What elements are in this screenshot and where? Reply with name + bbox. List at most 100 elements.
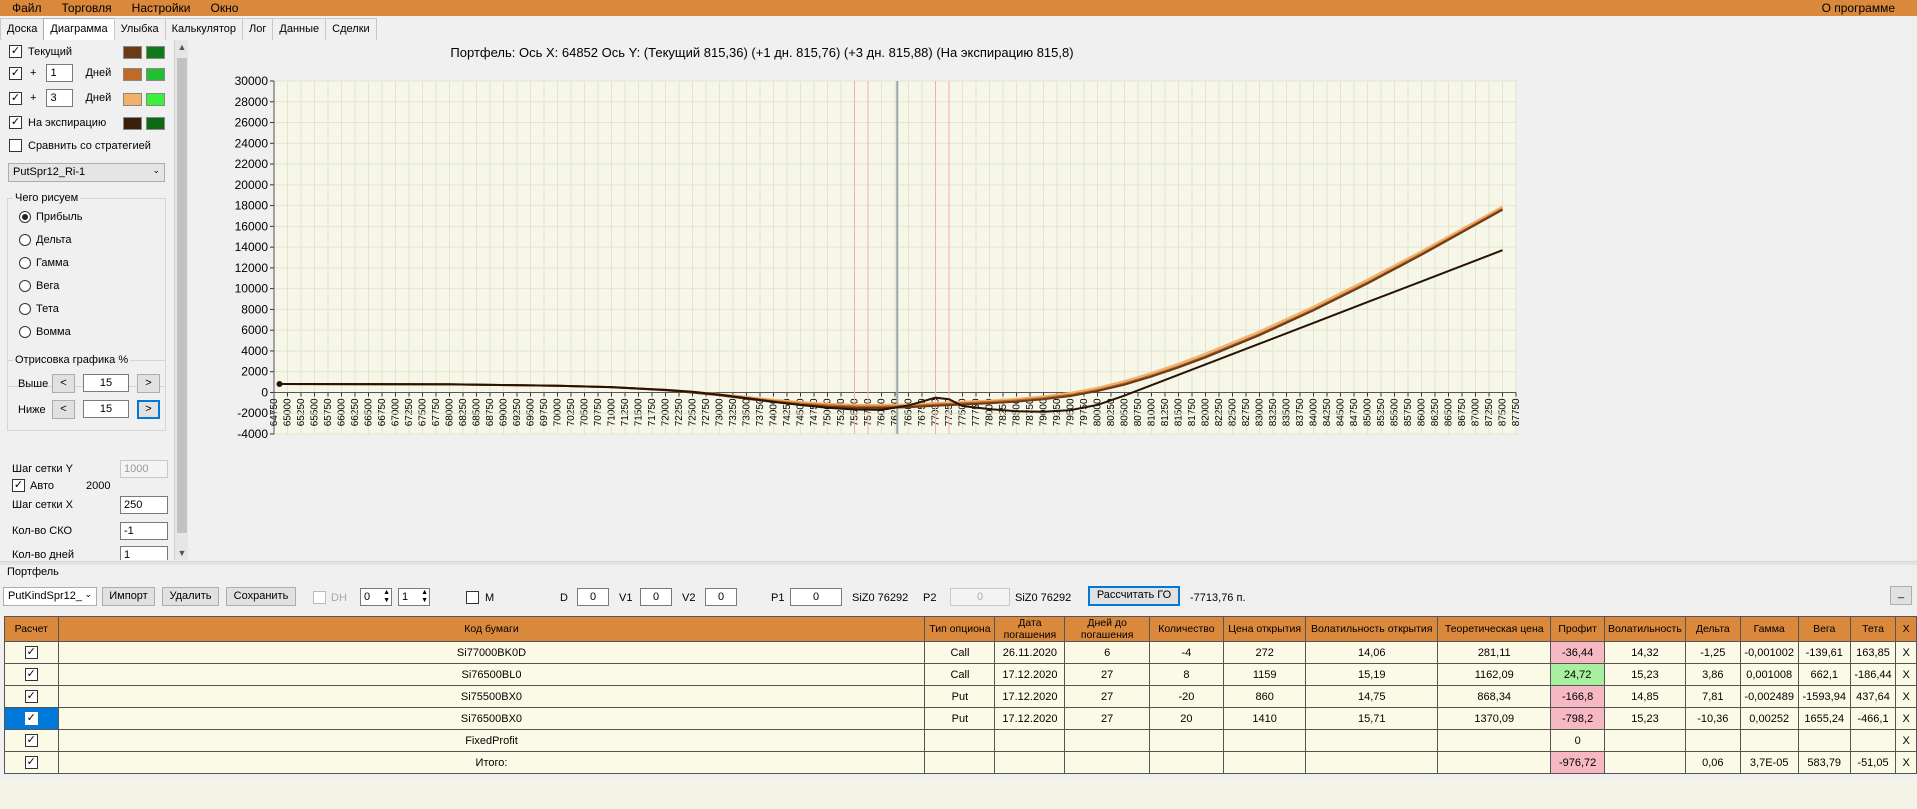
radio-vega[interactable]: Вега <box>19 280 59 292</box>
above-increase-button[interactable]: > <box>137 374 160 393</box>
table-row[interactable]: ✓ FixedProfit 0 X <box>4 729 1917 752</box>
plus3-color-2[interactable] <box>146 93 165 106</box>
table-row[interactable]: ✓ Si75500BX0 Put 17.12.2020 27 -20 860 14,75 868… <box>4 685 1917 708</box>
col-price[interactable]: Цена открытия <box>1222 616 1307 642</box>
col-qty[interactable]: Количество <box>1148 616 1224 642</box>
above-decrease-button[interactable]: < <box>52 374 75 393</box>
left-panel-scrollbar[interactable]: ▲ ▼ <box>174 40 188 560</box>
row-remove-button[interactable]: X <box>1895 641 1917 664</box>
row-calc-cell[interactable]: ✓ <box>4 751 59 774</box>
current-checkbox[interactable]: ✓ <box>9 45 22 58</box>
row-calc-checkbox[interactable]: ✓ <box>24 668 38 681</box>
plus3-checkbox[interactable]: ✓ <box>9 91 22 105</box>
menu-file[interactable]: Файл <box>0 0 52 16</box>
v1-input[interactable]: 0 <box>640 588 672 606</box>
below-percent-input[interactable]: 15 <box>83 400 129 418</box>
col-vol-open[interactable]: Волатильность открытия <box>1305 616 1439 642</box>
col-days[interactable]: Дней до погашения <box>1064 616 1150 642</box>
table-row[interactable]: ✓ Итого: -976,72 0,06 3,7E-05 583,79 -51,05 X <box>4 751 1917 774</box>
row-remove-button[interactable]: X <box>1895 663 1917 686</box>
radio-gamma[interactable]: Гамма <box>19 257 69 269</box>
expiry-color-1[interactable] <box>123 117 142 130</box>
p1-input[interactable]: 0 <box>790 588 842 606</box>
table-row[interactable]: ✓ Si76500BL0 Call 17.12.2020 27 8 1159 15,19 116… <box>4 663 1917 686</box>
radio-vomma-circle[interactable] <box>19 326 31 338</box>
col-delta[interactable]: Дельта <box>1685 616 1741 642</box>
menu-window[interactable]: Окно <box>201 0 249 16</box>
table-row[interactable]: ✓ Si77000BK0D Call 26.11.2020 6 -4 272 14,06 281… <box>4 641 1917 664</box>
save-button[interactable]: Сохранить <box>226 587 296 606</box>
plus1-color-1[interactable] <box>123 68 142 81</box>
expiry-checkbox[interactable]: ✓ <box>9 116 22 129</box>
row-calc-cell[interactable]: ✓ <box>4 641 59 664</box>
menu-about[interactable]: О программе <box>1812 0 1905 16</box>
plus1-checkbox[interactable]: ✓ <box>9 66 22 80</box>
row-calc-cell[interactable]: ✓ <box>4 663 59 686</box>
row-calc-cell[interactable]: ✓ <box>4 707 59 730</box>
current-color-1[interactable] <box>123 46 142 59</box>
row-calc-checkbox[interactable]: ✓ <box>24 690 38 703</box>
row-calc-cell[interactable]: ✓ <box>4 729 59 752</box>
menu-settings[interactable]: Настройки <box>122 0 201 16</box>
row-calc-cell[interactable]: ✓ <box>4 685 59 708</box>
sko-input[interactable]: -1 <box>120 522 168 540</box>
radio-gamma-circle[interactable] <box>19 257 31 269</box>
m-checkbox[interactable] <box>466 591 479 604</box>
minimize-button[interactable]: _ <box>1890 586 1912 605</box>
col-vol[interactable]: Волатильность <box>1603 616 1687 642</box>
spinner-icon[interactable]: ▲ ▼ <box>383 589 390 605</box>
strategy-select[interactable]: PutSpr12_Ri-1 ⌄ <box>8 163 165 182</box>
radio-vomma[interactable]: Вомма <box>19 326 71 338</box>
row-calc-checkbox[interactable]: ✓ <box>24 734 38 747</box>
row-calc-checkbox[interactable]: ✓ <box>24 646 38 659</box>
col-theta[interactable]: Тета <box>1849 616 1897 642</box>
col-type[interactable]: Тип опциона <box>924 616 996 642</box>
dh-spin-2[interactable]: 1 ▲ ▼ <box>398 588 430 606</box>
row-remove-button[interactable]: X <box>1895 707 1917 730</box>
col-profit[interactable]: Профит <box>1550 616 1605 642</box>
row-calc-checkbox[interactable]: ✓ <box>24 712 38 725</box>
calculate-margin-button[interactable]: Рассчитать ГО <box>1088 586 1180 606</box>
v2-input[interactable]: 0 <box>705 588 737 606</box>
row-remove-button[interactable]: X <box>1895 729 1917 752</box>
below-increase-button[interactable]: > <box>137 400 160 419</box>
scroll-thumb[interactable] <box>177 58 187 533</box>
menu-trade[interactable]: Торговля <box>52 0 122 16</box>
col-gamma[interactable]: Гамма <box>1739 616 1799 642</box>
col-date[interactable]: Дата погашения <box>994 616 1066 642</box>
days-input[interactable]: 1 <box>120 546 168 560</box>
plus1-days-input[interactable]: 1 <box>46 64 74 82</box>
radio-delta[interactable]: Дельта <box>19 234 72 246</box>
radio-vega-circle[interactable] <box>19 280 31 292</box>
row-remove-button[interactable]: X <box>1895 751 1917 774</box>
radio-theta[interactable]: Тета <box>19 303 59 315</box>
plus1-color-2[interactable] <box>146 68 165 81</box>
tab-smile[interactable]: Улыбка <box>113 18 166 40</box>
p2-input[interactable]: 0 <box>950 588 1010 606</box>
radio-theta-circle[interactable] <box>19 303 31 315</box>
scroll-down-icon[interactable]: ▼ <box>175 546 189 560</box>
spinner-icon[interactable]: ▲ ▼ <box>421 589 428 605</box>
current-color-2[interactable] <box>146 46 165 59</box>
below-decrease-button[interactable]: < <box>52 400 75 419</box>
d-input[interactable]: 0 <box>577 588 609 606</box>
splitter[interactable] <box>0 561 1917 565</box>
import-button[interactable]: Импорт <box>102 587 155 606</box>
plus3-days-input[interactable]: 3 <box>46 89 74 107</box>
col-remove[interactable]: X <box>1895 616 1917 642</box>
delete-button[interactable]: Удалить <box>162 587 219 606</box>
tab-calculator[interactable]: Калькулятор <box>164 18 244 40</box>
scroll-up-icon[interactable]: ▲ <box>175 40 189 54</box>
tab-diagram[interactable]: Диаграмма <box>43 18 115 41</box>
tab-trades[interactable]: Сделки <box>325 18 377 40</box>
tab-data[interactable]: Данные <box>272 18 327 40</box>
expiry-color-2[interactable] <box>146 117 165 130</box>
table-row[interactable]: ✓ Si76500BX0 Put 17.12.2020 27 20 1410 15,71 137… <box>4 707 1917 730</box>
compare-checkbox[interactable] <box>9 139 22 152</box>
plus3-color-1[interactable] <box>123 93 142 106</box>
grid-x-input[interactable]: 250 <box>120 496 168 514</box>
radio-profit[interactable]: Прибыль <box>19 211 83 223</box>
col-calc[interactable]: Расчет <box>4 616 59 642</box>
tab-log[interactable]: Лог <box>242 18 274 40</box>
row-calc-checkbox[interactable]: ✓ <box>24 756 38 769</box>
